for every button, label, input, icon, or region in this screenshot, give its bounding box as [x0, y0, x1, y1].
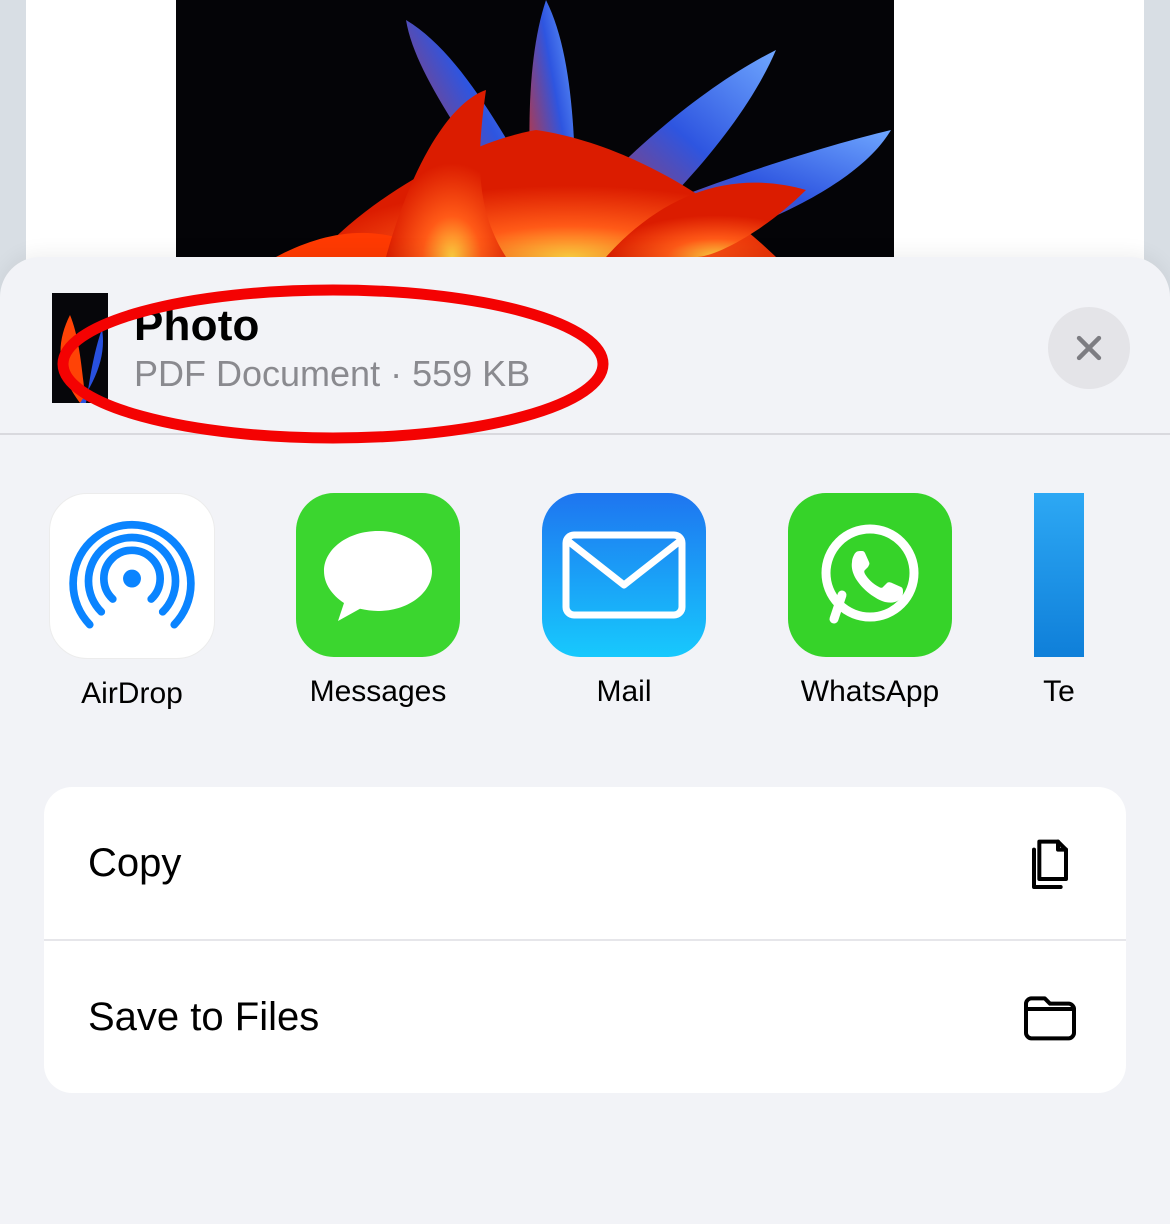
share-title: Photo — [134, 301, 1048, 351]
airdrop-icon — [49, 493, 215, 659]
close-button[interactable] — [1048, 307, 1130, 389]
app-whatsapp[interactable]: WhatsApp — [788, 493, 952, 711]
share-sheet: Photo PDF Document · 559 KB AirDrop — [0, 257, 1170, 1224]
folder-icon — [1018, 985, 1082, 1049]
app-mail[interactable]: Mail — [542, 493, 706, 711]
actions-list: Copy Save to Files — [44, 787, 1126, 1093]
app-label: AirDrop — [81, 677, 183, 711]
app-messages[interactable]: Messages — [296, 493, 460, 711]
copy-icon — [1018, 831, 1082, 895]
share-subtitle: PDF Document · 559 KB — [134, 353, 1048, 395]
app-telegram[interactable]: Te — [1034, 493, 1084, 711]
app-label: Te — [1043, 675, 1075, 709]
preview-image — [176, 0, 894, 257]
messages-icon — [296, 493, 460, 657]
action-label: Save to Files — [88, 995, 319, 1040]
mail-icon — [542, 493, 706, 657]
action-copy[interactable]: Copy — [44, 787, 1126, 939]
app-label: Messages — [310, 675, 447, 709]
app-label: WhatsApp — [801, 675, 939, 709]
share-apps-row: AirDrop Messages Mail — [0, 435, 1170, 711]
app-airdrop[interactable]: AirDrop — [50, 493, 214, 711]
action-save-to-files[interactable]: Save to Files — [44, 939, 1126, 1093]
share-thumbnail — [52, 293, 108, 403]
telegram-icon — [1034, 493, 1084, 657]
app-label: Mail — [596, 675, 651, 709]
whatsapp-icon — [788, 493, 952, 657]
action-label: Copy — [88, 841, 181, 886]
